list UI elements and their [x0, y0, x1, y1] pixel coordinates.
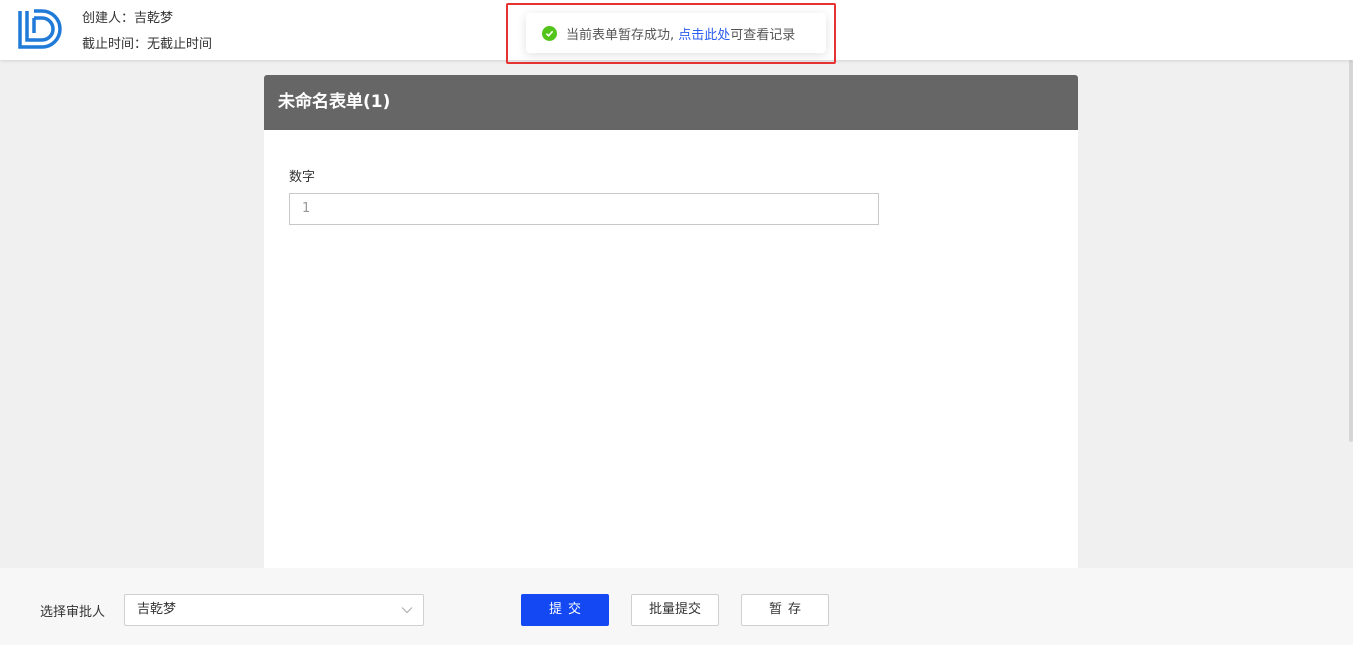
form-meta: 创建人：吉乾梦 截止时间：无截止时间: [82, 6, 212, 58]
app-logo-icon: [18, 9, 62, 49]
number-field-label: 数字: [289, 170, 316, 185]
submit-button[interactable]: 提交: [521, 594, 609, 626]
page-scrollbar[interactable]: [1349, 60, 1353, 442]
form-card: 未命名表单(1) 数字 1: [264, 75, 1078, 568]
approver-label: 选择审批人: [40, 605, 106, 620]
footer-bar: 选择审批人 吉乾梦 提交 批量提交 暂存: [0, 568, 1353, 645]
toast-message: 当前表单暂存成功,: [566, 27, 675, 43]
deadline-row: 截止时间：无截止时间: [82, 32, 212, 58]
deadline-label: 截止时间：: [82, 37, 148, 52]
approver-select[interactable]: 吉乾梦: [124, 594, 424, 626]
batch-submit-button[interactable]: 批量提交: [631, 594, 719, 626]
chevron-down-icon: [401, 607, 413, 614]
approver-selected-value: 吉乾梦: [137, 602, 177, 617]
number-field-input[interactable]: 1: [289, 193, 879, 225]
view-records-link[interactable]: 点击此处: [678, 24, 730, 43]
save-draft-button[interactable]: 暂存: [741, 594, 829, 626]
deadline-value: 无截止时间: [147, 37, 213, 52]
creator-name: 吉乾梦: [134, 11, 174, 26]
creator-label: 创建人：: [82, 11, 135, 26]
toast-message-suffix: 可查看记录: [730, 27, 796, 43]
toast-highlight-box: 当前表单暂存成功, 点击此处 可查看记录: [506, 3, 836, 64]
check-circle-icon: [542, 25, 557, 41]
form-title: 未命名表单(1): [264, 75, 1078, 130]
success-toast: 当前表单暂存成功, 点击此处 可查看记录: [526, 13, 826, 53]
creator-row: 创建人：吉乾梦: [82, 6, 212, 32]
